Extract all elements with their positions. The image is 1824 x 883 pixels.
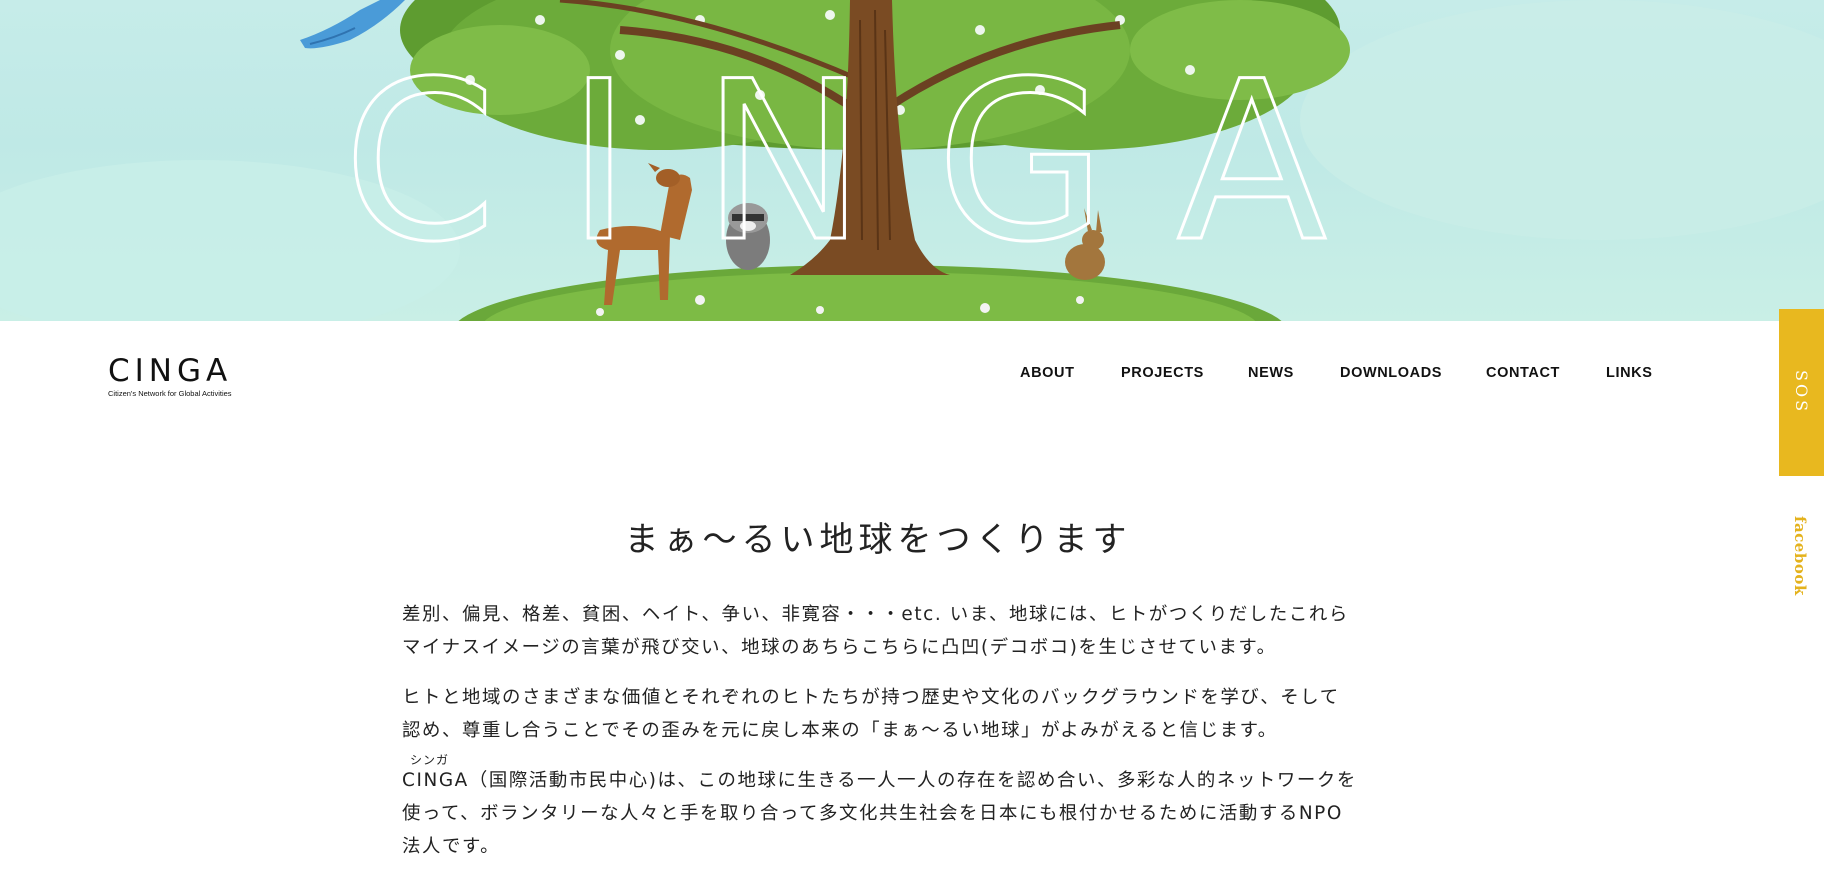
page-heading: まぁ〜るい地球をつくります [624,520,1132,560]
intro-paragraph-2: ヒトと地域のさまざまな価値とそれぞれのヒトたちが持つ歴史や文化のバックグラウンド… [402,687,1340,741]
nav-contact[interactable]: CONTACT [1486,365,1560,381]
facebook-link[interactable]: facebook [1791,516,1809,596]
nav-links[interactable]: LINKS [1606,365,1653,381]
site-logo[interactable]: CINGA Citizen's Network for Global Activ… [108,355,238,400]
nav-about[interactable]: ABOUT [1020,365,1075,381]
intro-paragraph-1: 差別、偏見、格差、貧困、ヘイト、争い、非寛容・・・etc. いま、地球には、ヒト… [402,604,1349,658]
main-navigation: ABOUT PROJECTS NEWS DOWNLOADS CONTACT LI… [1000,365,1660,389]
hero-title-outline: CINGA [343,34,1397,290]
intro-paragraph-3: CINGA（国際活動市民中心)は、この地球に生きる一人一人の存在を認め合い、多彩… [402,770,1357,857]
logo-wordmark: CINGA [108,353,233,389]
nav-projects[interactable]: PROJECTS [1121,365,1204,381]
hero-illustration: CINGA [0,0,1824,321]
nav-news[interactable]: NEWS [1248,365,1294,381]
sos-label: SOS [1792,370,1811,415]
hero-banner: CINGA [0,0,1824,321]
logo-tagline: Citizen's Network for Global Activities [108,389,232,398]
sos-tab-button[interactable]: SOS [1779,309,1824,476]
nav-downloads[interactable]: DOWNLOADS [1340,365,1442,381]
